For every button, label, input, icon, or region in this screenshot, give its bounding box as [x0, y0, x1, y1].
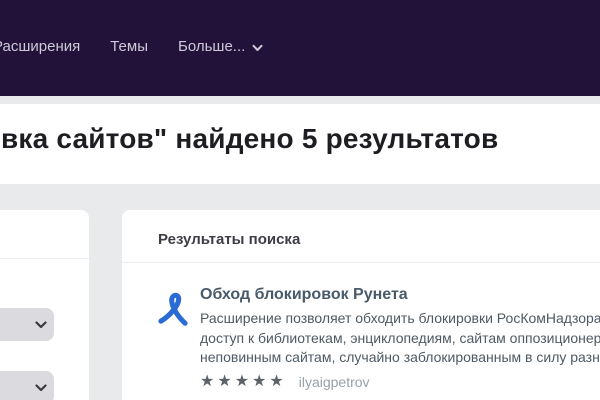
description-line: доступ к библиотекам, энциклопедиям, сай…: [200, 329, 600, 349]
search-summary-band: вка сайтов" найдено 5 результатов: [0, 104, 600, 184]
description-line: неповинным сайтам, случайно заблокирован…: [200, 348, 600, 368]
nav-item-more-label: Больше...: [178, 38, 245, 55]
rating-stars-icon: ★★★★★: [200, 374, 287, 390]
addon-rating-row: ★★★★★ ilyaigpetrov: [200, 374, 600, 390]
result-item[interactable]: Обход блокировок Рунета Расширение позво…: [156, 286, 600, 390]
nav-item-extensions[interactable]: Расширения: [0, 38, 80, 55]
description-line: Расширение позволяет обходить блокировки…: [200, 309, 600, 329]
filter-select-1[interactable]: [0, 308, 54, 341]
addon-description: Расширение позволяет обходить блокировки…: [200, 309, 600, 368]
sidebar-divider: [0, 258, 89, 259]
blue-ribbon-icon: [156, 288, 190, 328]
results-panel-title: Результаты поиска: [158, 231, 300, 248]
chevron-down-icon: [35, 384, 47, 392]
nav-item-more[interactable]: Больше...: [178, 38, 263, 55]
addons-search-page: Расширения Темы Больше... вка сайтов" на…: [0, 0, 600, 400]
chevron-down-icon: [35, 321, 47, 329]
nav-item-themes[interactable]: Темы: [110, 38, 148, 55]
primary-nav: Расширения Темы Больше...: [0, 38, 263, 55]
search-results-panel: Результаты поиска Обход блокировок Рунет…: [122, 210, 600, 400]
addon-title-link[interactable]: Обход блокировок Рунета: [200, 286, 600, 304]
results-divider: [122, 262, 600, 263]
addon-author-link[interactable]: ilyaigpetrov: [299, 374, 370, 390]
site-header: Расширения Темы Больше...: [0, 0, 600, 96]
page-title: вка сайтов" найдено 5 результатов: [1, 123, 498, 155]
chevron-down-icon: [252, 44, 263, 52]
result-body: Обход блокировок Рунета Расширение позво…: [200, 286, 600, 390]
filter-select-2[interactable]: [0, 371, 54, 400]
